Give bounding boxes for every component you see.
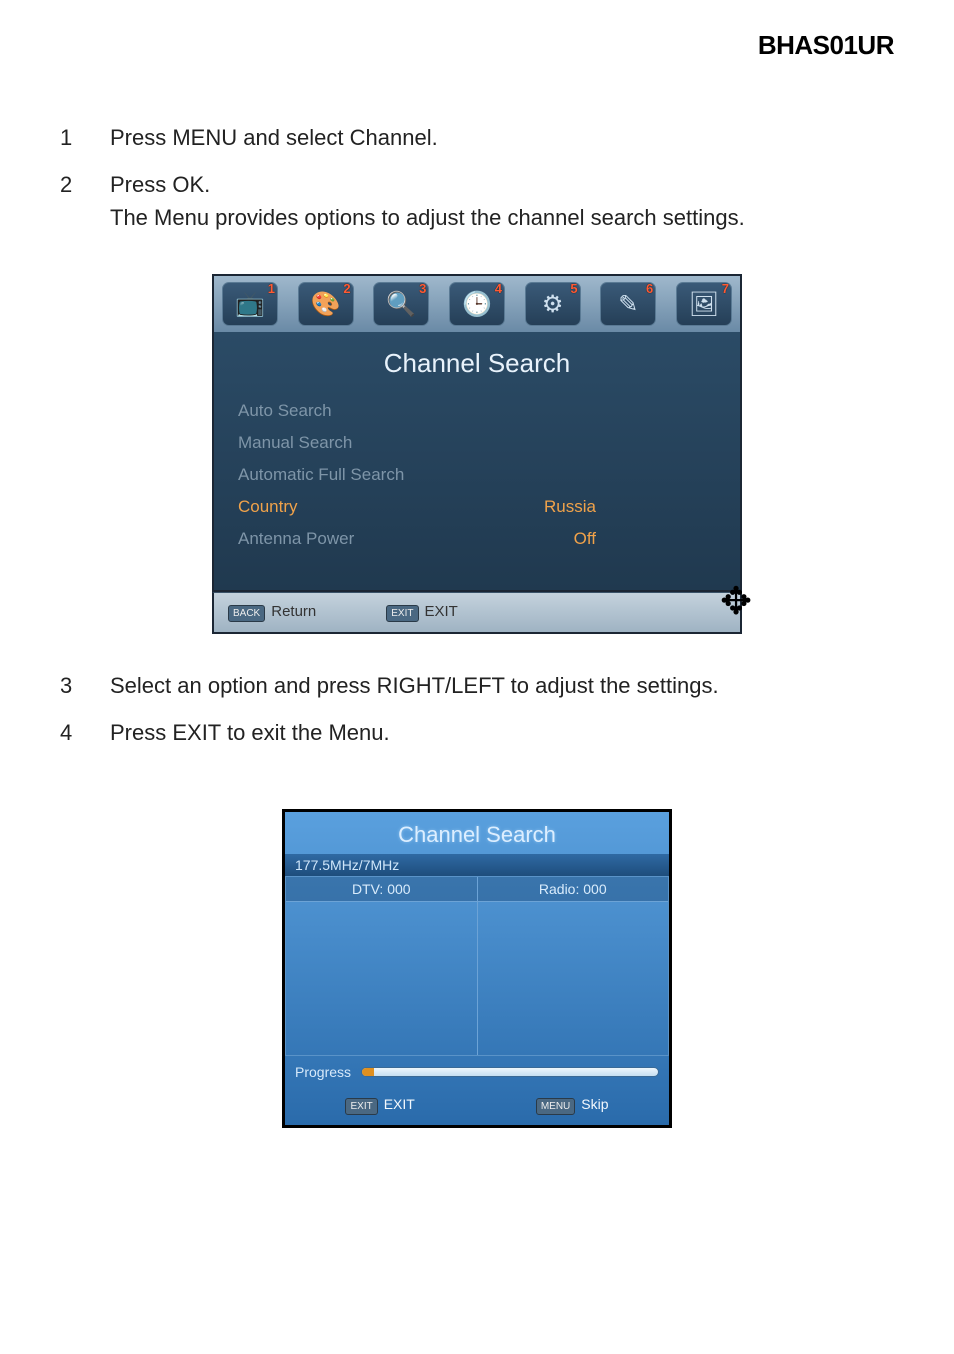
step-text: Press EXIT to exit the Menu. <box>110 716 894 749</box>
dtv-column-header: DTV: 000 <box>286 877 477 902</box>
footer-exit: EXIT EXIT <box>386 603 458 622</box>
search-icon: 🔍 <box>386 290 416 319</box>
step-text-line1: Press OK. <box>110 172 210 197</box>
menu-item-country[interactable]: Country Russia <box>238 491 716 523</box>
media-icon: 🖼 <box>689 290 719 319</box>
progress-columns: DTV: 000 Radio: 000 <box>285 876 669 1056</box>
menu-tab-bar: 1📺 2🎨 3🔍 4🕒 5⚙ 6✎ 7🖼 <box>212 274 742 332</box>
progress-bar-fill <box>362 1068 374 1076</box>
tab-number: 2 <box>343 281 350 296</box>
menu-tab-5[interactable]: 5⚙ <box>525 282 581 326</box>
step-text-line2: The Menu provides options to adjust the … <box>110 205 745 230</box>
radio-column-header: Radio: 000 <box>478 877 669 902</box>
steps-list-top: 1 Press MENU and select Channel. 2 Press… <box>60 121 894 234</box>
page-header-model: BHAS01UR <box>60 30 894 61</box>
menu-tab-7[interactable]: 7🖼 <box>676 282 732 326</box>
menu-item-auto-search[interactable]: Auto Search <box>238 395 716 427</box>
radio-column: Radio: 000 <box>478 877 669 1055</box>
tab-number: 3 <box>419 281 426 296</box>
step-1: 1 Press MENU and select Channel. <box>60 121 894 154</box>
navigation-arrows-icon: ✥ <box>720 583 752 621</box>
picture-icon: 📺 <box>235 290 265 319</box>
menu-tab-1[interactable]: 1📺 <box>222 282 278 326</box>
footer-skip: MENU Skip <box>536 1096 609 1115</box>
menu-tab-6[interactable]: 6✎ <box>600 282 656 326</box>
footer-return: BACK Return <box>228 603 316 622</box>
step-4: 4 Press EXIT to exit the Menu. <box>60 716 894 749</box>
menu-item-label: Country <box>238 497 298 517</box>
menu-item-manual-search[interactable]: Manual Search <box>238 427 716 459</box>
tab-number: 5 <box>570 281 577 296</box>
step-text: Select an option and press RIGHT/LEFT to… <box>110 669 894 702</box>
menu-tab-3[interactable]: 3🔍 <box>373 282 429 326</box>
channel-search-menu-screenshot: 1📺 2🎨 3🔍 4🕒 5⚙ 6✎ 7🖼 Channel Search Auto… <box>212 274 742 634</box>
step-number: 2 <box>60 168 110 234</box>
dtv-column: DTV: 000 <box>286 877 478 1055</box>
menu-item-automatic-full-search[interactable]: Automatic Full Search <box>238 459 716 491</box>
progress-title: Channel Search <box>285 812 669 854</box>
steps-list-bottom: 3 Select an option and press RIGHT/LEFT … <box>60 669 894 749</box>
footer-skip-label: Skip <box>581 1096 608 1112</box>
footer-return-label: Return <box>271 603 316 620</box>
step-number: 3 <box>60 669 110 702</box>
progress-frequency: 177.5MHz/7MHz <box>285 854 669 876</box>
tools-icon: ✎ <box>618 290 638 319</box>
menu-title: Channel Search <box>238 348 716 379</box>
menu-item-label: Antenna Power <box>238 529 354 549</box>
step-number: 1 <box>60 121 110 154</box>
tab-number: 7 <box>722 281 729 296</box>
step-number: 4 <box>60 716 110 749</box>
menu-tab-2[interactable]: 2🎨 <box>298 282 354 326</box>
step-text: Press MENU and select Channel. <box>110 121 894 154</box>
progress-label: Progress <box>295 1064 351 1080</box>
progress-footer: EXIT EXIT MENU Skip <box>285 1088 669 1125</box>
menu-footer: BACKReturn EXITEXIT ✥ <box>212 592 742 634</box>
screenshot-1-wrap: 1📺 2🎨 3🔍 4🕒 5⚙ 6✎ 7🖼 Channel Search Auto… <box>60 274 894 634</box>
tab-number: 4 <box>495 281 502 296</box>
screenshot-2-wrap: Channel Search 177.5MHz/7MHz DTV: 000 Ra… <box>60 809 894 1128</box>
step-2: 2 Press OK. The Menu provides options to… <box>60 168 894 234</box>
channel-search-progress-screenshot: Channel Search 177.5MHz/7MHz DTV: 000 Ra… <box>282 809 672 1128</box>
progress-bar <box>361 1067 659 1077</box>
settings-icon: ⚙ <box>542 290 564 319</box>
menu-body: Channel Search Auto Search Manual Search… <box>212 332 742 592</box>
exit-badge-icon: EXIT <box>386 605 418 622</box>
menu-item-value: Off <box>574 529 716 549</box>
exit-badge-icon: EXIT <box>345 1098 377 1115</box>
step-text: Press OK. The Menu provides options to a… <box>110 168 894 234</box>
tab-number: 6 <box>646 281 653 296</box>
time-icon: 🕒 <box>462 290 492 319</box>
progress-bar-row: Progress <box>285 1056 669 1088</box>
footer-exit-label: EXIT <box>425 603 458 620</box>
step-3: 3 Select an option and press RIGHT/LEFT … <box>60 669 894 702</box>
menu-item-antenna-power[interactable]: Antenna Power Off <box>238 523 716 555</box>
sound-icon: 🎨 <box>311 290 341 319</box>
footer-exit-label: EXIT <box>384 1096 415 1112</box>
menu-badge-icon: MENU <box>536 1098 575 1115</box>
menu-item-value: Russia <box>544 497 716 517</box>
footer-exit: EXIT EXIT <box>345 1096 414 1115</box>
menu-tab-4[interactable]: 4🕒 <box>449 282 505 326</box>
tab-number: 1 <box>268 281 275 296</box>
back-badge-icon: BACK <box>228 605 265 622</box>
